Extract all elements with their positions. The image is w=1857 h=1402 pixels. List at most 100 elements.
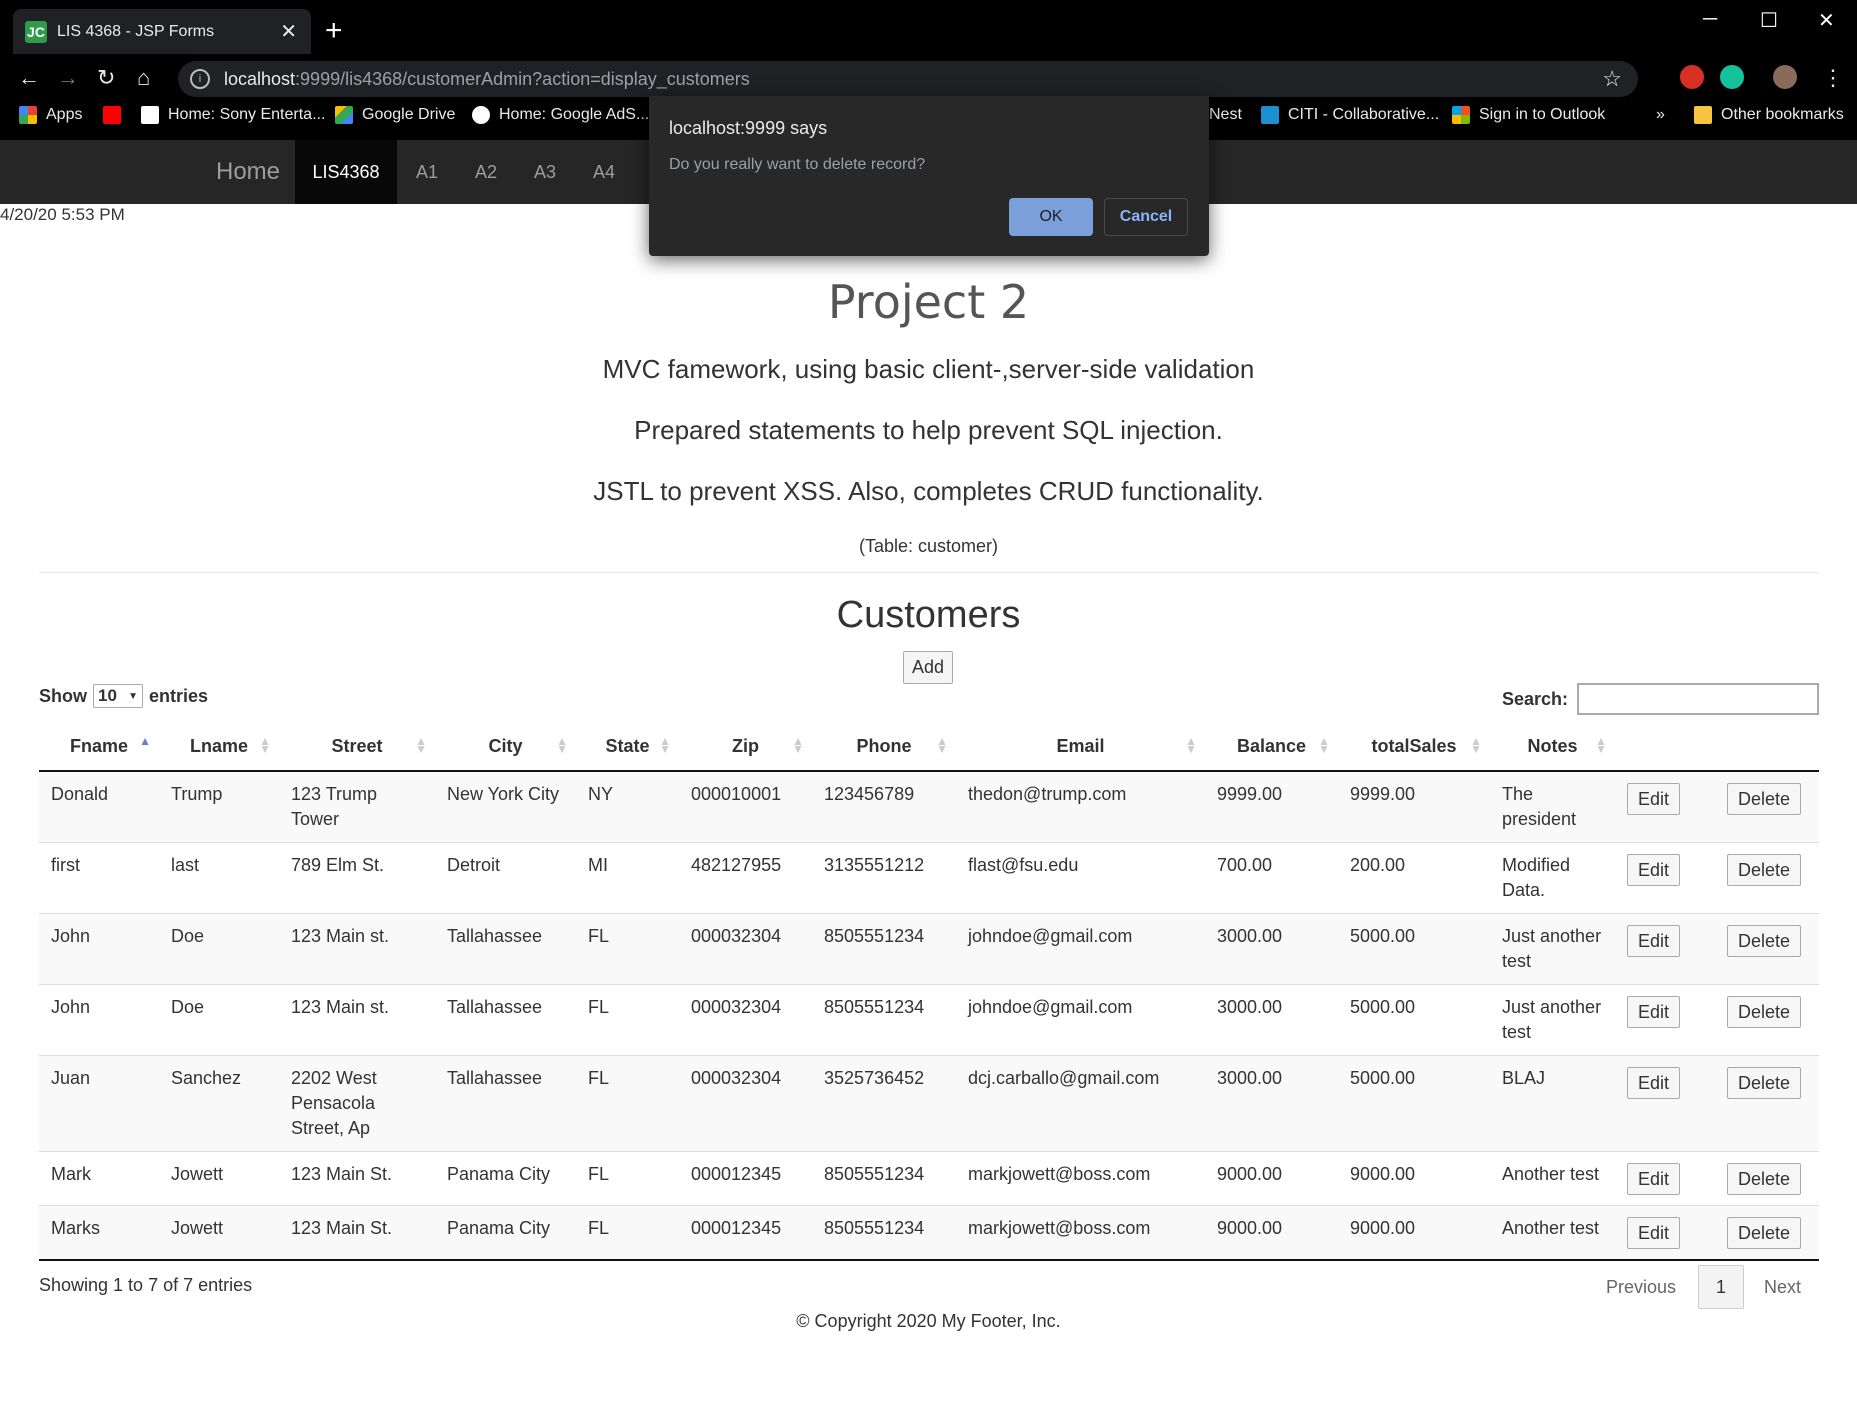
- delete-button[interactable]: Delete: [1727, 1067, 1802, 1099]
- cell-state: MI: [576, 842, 679, 914]
- cell-balance: 9000.00: [1205, 1205, 1338, 1261]
- description-line-2: Prepared statements to help prevent SQL …: [634, 415, 1223, 445]
- table-row: Juan Sanchez 2202 West Pensacola Street,…: [39, 1055, 1819, 1152]
- browser-tab[interactable]: JC LIS 4368 - JSP Forms ✕: [13, 9, 311, 54]
- nav-brand-home[interactable]: Home: [216, 140, 280, 204]
- edit-button[interactable]: Edit: [1627, 783, 1681, 815]
- delete-button[interactable]: Delete: [1727, 996, 1802, 1028]
- bookmark-citi[interactable]: CITI - Collaborative...: [1261, 106, 1439, 124]
- dialog-cancel-button[interactable]: Cancel: [1104, 198, 1188, 236]
- edit-button[interactable]: Edit: [1627, 854, 1681, 886]
- cell-edit: Edit: [1615, 1055, 1715, 1152]
- col-header-fname[interactable]: Fname ▲: [39, 722, 159, 772]
- cell-edit: Edit: [1615, 1205, 1715, 1261]
- cell-fname: Juan: [39, 1055, 159, 1152]
- dialog-ok-button[interactable]: OK: [1009, 198, 1093, 236]
- search-input[interactable]: [1577, 683, 1820, 715]
- edit-button[interactable]: Edit: [1627, 925, 1681, 957]
- sort-both-icon: ▲ ▼: [259, 734, 271, 756]
- cell-balance: 3000.00: [1205, 984, 1338, 1056]
- edit-button[interactable]: Edit: [1627, 1163, 1681, 1195]
- col-header-phone[interactable]: Phone ▲ ▼: [812, 722, 956, 772]
- bookmark-google-drive[interactable]: Google Drive: [335, 106, 455, 124]
- col-header-city[interactable]: City ▲ ▼: [435, 722, 576, 772]
- bookmark-star-icon[interactable]: ☆: [1602, 66, 1622, 92]
- cell-notes: Modified Data.: [1490, 842, 1615, 914]
- col-header-lname[interactable]: Lname ▲ ▼: [159, 722, 279, 772]
- dropdown-arrow-icon: ▼: [128, 690, 138, 702]
- edit-button[interactable]: Edit: [1627, 1067, 1681, 1099]
- nav-item-a3[interactable]: A3: [534, 140, 556, 204]
- pager-page-1[interactable]: 1: [1698, 1265, 1745, 1309]
- bookmark-youtube[interactable]: [103, 106, 130, 124]
- nav-item-a1[interactable]: A1: [416, 140, 438, 204]
- tab-favicon-icon: JC: [25, 20, 47, 43]
- bookmarks-overflow-chevron[interactable]: »: [1656, 106, 1665, 124]
- window-close-icon[interactable]: ✕: [1818, 8, 1835, 33]
- forward-arrow-icon[interactable]: →: [57, 65, 79, 91]
- url-host: localhost: [224, 68, 296, 89]
- col-header-notes[interactable]: Notes ▲ ▼: [1490, 722, 1615, 772]
- col-header-email[interactable]: Email ▲ ▼: [956, 722, 1205, 772]
- cell-email: johndoe@gmail.com: [956, 984, 1205, 1056]
- address-bar[interactable]: i localhost:9999/lis4368/customerAdmin?a…: [178, 61, 1638, 97]
- maximize-icon[interactable]: ☐: [1760, 8, 1778, 33]
- back-arrow-icon[interactable]: ←: [18, 65, 40, 91]
- bookmark-outlook[interactable]: Sign in to Outlook: [1452, 106, 1605, 124]
- address-url[interactable]: localhost:9999/lis4368/customerAdmin?act…: [224, 69, 750, 90]
- cell-totalsales: 9000.00: [1338, 1151, 1490, 1206]
- bookmark-sony[interactable]: Home: Sony Enterta...: [141, 106, 325, 124]
- minimize-icon[interactable]: ─: [1703, 8, 1717, 31]
- pager-previous[interactable]: Previous: [1606, 1277, 1676, 1298]
- cell-phone: 8505551234: [812, 984, 956, 1056]
- cell-delete: Delete: [1715, 984, 1819, 1056]
- cell-balance: 9999.00: [1205, 770, 1338, 843]
- table-row: Marks Jowett 123 Main St. Panama City FL…: [39, 1205, 1819, 1261]
- delete-button[interactable]: Delete: [1727, 925, 1802, 957]
- bookmark-apps[interactable]: Apps: [19, 106, 82, 124]
- delete-button[interactable]: Delete: [1727, 1217, 1802, 1249]
- home-icon[interactable]: ⌂: [137, 65, 150, 91]
- new-tab-plus-icon[interactable]: +: [325, 14, 343, 48]
- col-header-street[interactable]: Street ▲ ▼: [279, 722, 435, 772]
- cell-street: 2202 West Pensacola Street, Ap: [279, 1055, 435, 1152]
- delete-button[interactable]: Delete: [1727, 854, 1802, 886]
- edit-button[interactable]: Edit: [1627, 996, 1681, 1028]
- citi-c-icon: [1261, 106, 1279, 124]
- cell-delete: Delete: [1715, 1055, 1819, 1152]
- profile-avatar[interactable]: [1773, 65, 1797, 89]
- nav-item-a4[interactable]: A4: [593, 140, 615, 204]
- cell-city: Panama City: [435, 1205, 576, 1261]
- col-header-state[interactable]: State ▲ ▼: [576, 722, 679, 772]
- sort-both-icon: ▲ ▼: [1318, 734, 1330, 756]
- col-header-zip[interactable]: Zip ▲ ▼: [679, 722, 812, 772]
- grammarly-icon[interactable]: [1720, 65, 1744, 89]
- sort-both-icon: ▲ ▼: [1470, 734, 1482, 756]
- delete-button[interactable]: Delete: [1727, 783, 1802, 815]
- col-label: Balance: [1236, 735, 1307, 756]
- extension-red-icon[interactable]: [1680, 65, 1704, 89]
- page-length-select[interactable]: 10 ▼: [93, 684, 143, 708]
- add-button[interactable]: Add: [903, 651, 953, 684]
- nav-item-lis4368[interactable]: LIS4368: [295, 140, 397, 204]
- bookmark-nest[interactable]: Nest: [1209, 106, 1242, 124]
- bookmark-other[interactable]: Other bookmarks: [1694, 106, 1844, 124]
- reload-icon[interactable]: ↻: [97, 65, 115, 91]
- show-label: Show: [39, 685, 87, 706]
- cell-lname: Doe: [159, 984, 279, 1056]
- nav-item-a2[interactable]: A2: [475, 140, 497, 204]
- page-title: Project 2: [827, 275, 1030, 329]
- table-info: Showing 1 to 7 of 7 entries: [39, 1275, 253, 1295]
- col-header-totalsales[interactable]: totalSales ▲ ▼: [1338, 722, 1490, 772]
- site-info-icon[interactable]: i: [190, 69, 210, 89]
- delete-button[interactable]: Delete: [1727, 1163, 1802, 1195]
- tab-close-icon[interactable]: ✕: [280, 19, 297, 44]
- edit-button[interactable]: Edit: [1627, 1217, 1681, 1249]
- menu-kebab-icon[interactable]: ⋮: [1822, 65, 1844, 91]
- bookmark-google-ads[interactable]: Home: Google AdS...: [472, 106, 649, 124]
- cell-state: FL: [576, 1055, 679, 1152]
- cell-zip: 000012345: [679, 1205, 812, 1261]
- pager-next[interactable]: Next: [1764, 1277, 1801, 1298]
- col-header-balance[interactable]: Balance ▲ ▼: [1205, 722, 1338, 772]
- col-label: State: [605, 735, 650, 756]
